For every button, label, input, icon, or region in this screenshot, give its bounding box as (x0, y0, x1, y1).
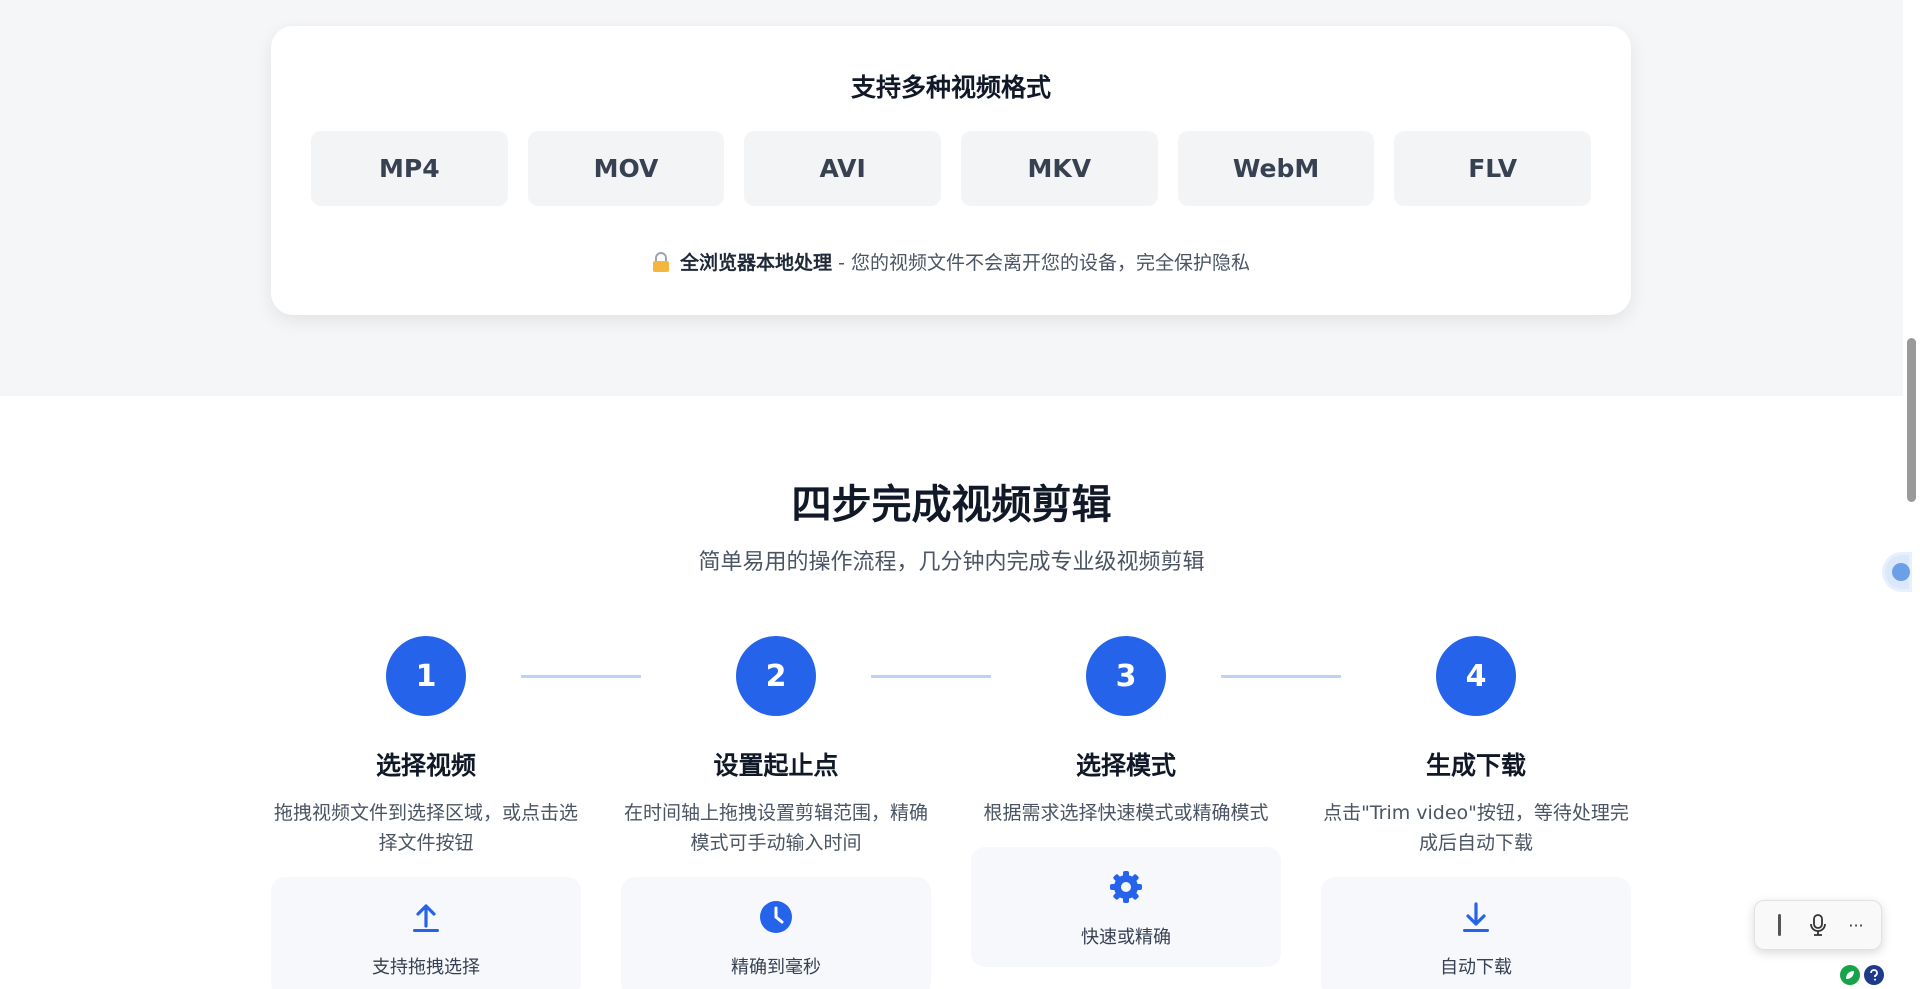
privacy-text: - 您的视频文件不会离开您的设备，完全保护隐私 (832, 252, 1250, 274)
step-title: 生成下载 (1425, 751, 1526, 780)
step-feature-label: 快速或精确 (1081, 927, 1171, 948)
format-chip-mkv: MKV (961, 131, 1158, 206)
microphone-icon (1810, 914, 1826, 936)
step-description: 根据需求选择快速模式或精确模式 (983, 802, 1269, 824)
format-chip-webm: WebM (1177, 131, 1375, 206)
clock-icon (760, 901, 792, 933)
step-title: 选择视频 (375, 751, 476, 780)
question-mark-icon (1870, 969, 1878, 981)
step-description: 拖拽视频文件到选择区域，或点击选择文件按钮 (273, 802, 578, 854)
steps-subtitle: 简单易用的操作流程，几分钟内完成专业级视频剪辑 (698, 550, 1205, 575)
step-number: 2 (736, 636, 816, 716)
upload-icon (413, 904, 439, 932)
step-feature-label: 精确到毫秒 (731, 957, 821, 978)
step-1: 1 选择视频 拖拽视频文件到选择区域，或点击选择文件按钮 支持拖拽选择 (271, 636, 581, 989)
green-app-icon[interactable] (1840, 965, 1860, 985)
privacy-note: 全浏览器本地处理 - 您的视频文件不会离开您的设备，完全保护隐私 (271, 248, 1631, 275)
step-description: 点击"Trim video"按钮，等待处理完成后自动下载 (1323, 802, 1629, 854)
floating-side-tab[interactable] (1882, 552, 1912, 592)
format-chip-mp4: MP4 (311, 131, 508, 206)
step-title: 设置起止点 (713, 751, 839, 780)
step-title: 选择模式 (1075, 751, 1176, 780)
more-button[interactable]: ··· (1840, 909, 1872, 941)
microphone-button[interactable] (1802, 909, 1834, 941)
scrollbar-thumb[interactable] (1907, 338, 1916, 502)
gear-icon (1110, 871, 1142, 903)
format-chip-avi: AVI (744, 131, 942, 206)
step-feature-card: 精确到毫秒 (621, 877, 931, 989)
step-3: 3 选择模式 根据需求选择快速模式或精确模式 快速或精确 (971, 636, 1281, 989)
step-number: 1 (386, 636, 466, 716)
step-feature-card: 自动下载 (1321, 877, 1631, 989)
format-list: MP4 MOV AVI MKV WebM FLV (311, 131, 1592, 206)
step-feature-label: 自动下载 (1440, 957, 1512, 978)
lock-icon (653, 252, 670, 272)
drag-handle-icon (1778, 914, 1781, 936)
step-2: 2 设置起止点 在时间轴上拖拽设置剪辑范围，精确模式可手动输入时间 精确到毫秒 (621, 636, 931, 989)
privacy-strong: 全浏览器本地处理 (680, 252, 833, 274)
drag-handle[interactable] (1764, 909, 1796, 941)
help-icon[interactable] (1864, 965, 1884, 985)
leaf-icon (1846, 971, 1854, 979)
steps-title: 四步完成视频剪辑 (791, 482, 1112, 528)
tray-icons (1840, 965, 1884, 985)
step-feature-label: 支持拖拽选择 (372, 957, 480, 978)
step-feature-card: 快速或精确 (971, 847, 1281, 967)
step-number: 4 (1436, 636, 1516, 716)
step-number: 3 (1086, 636, 1166, 716)
download-icon (1463, 902, 1489, 932)
format-chip-flv: FLV (1394, 131, 1592, 206)
format-chip-mov: MOV (527, 131, 725, 206)
formats-card: 支持多种视频格式 MP4 MOV AVI MKV WebM FLV 全浏览器本地… (271, 26, 1631, 315)
formats-title: 支持多种视频格式 (850, 73, 1051, 102)
page-scrollbar[interactable] (1903, 0, 1920, 989)
voice-input-toolbar: ··· (1754, 900, 1882, 950)
step-4: 4 生成下载 点击"Trim video"按钮，等待处理完成后自动下载 自动下载 (1321, 636, 1631, 989)
step-description: 在时间轴上拖拽设置剪辑范围，精确模式可手动输入时间 (623, 802, 928, 854)
step-feature-card: 支持拖拽选择 (271, 877, 581, 989)
